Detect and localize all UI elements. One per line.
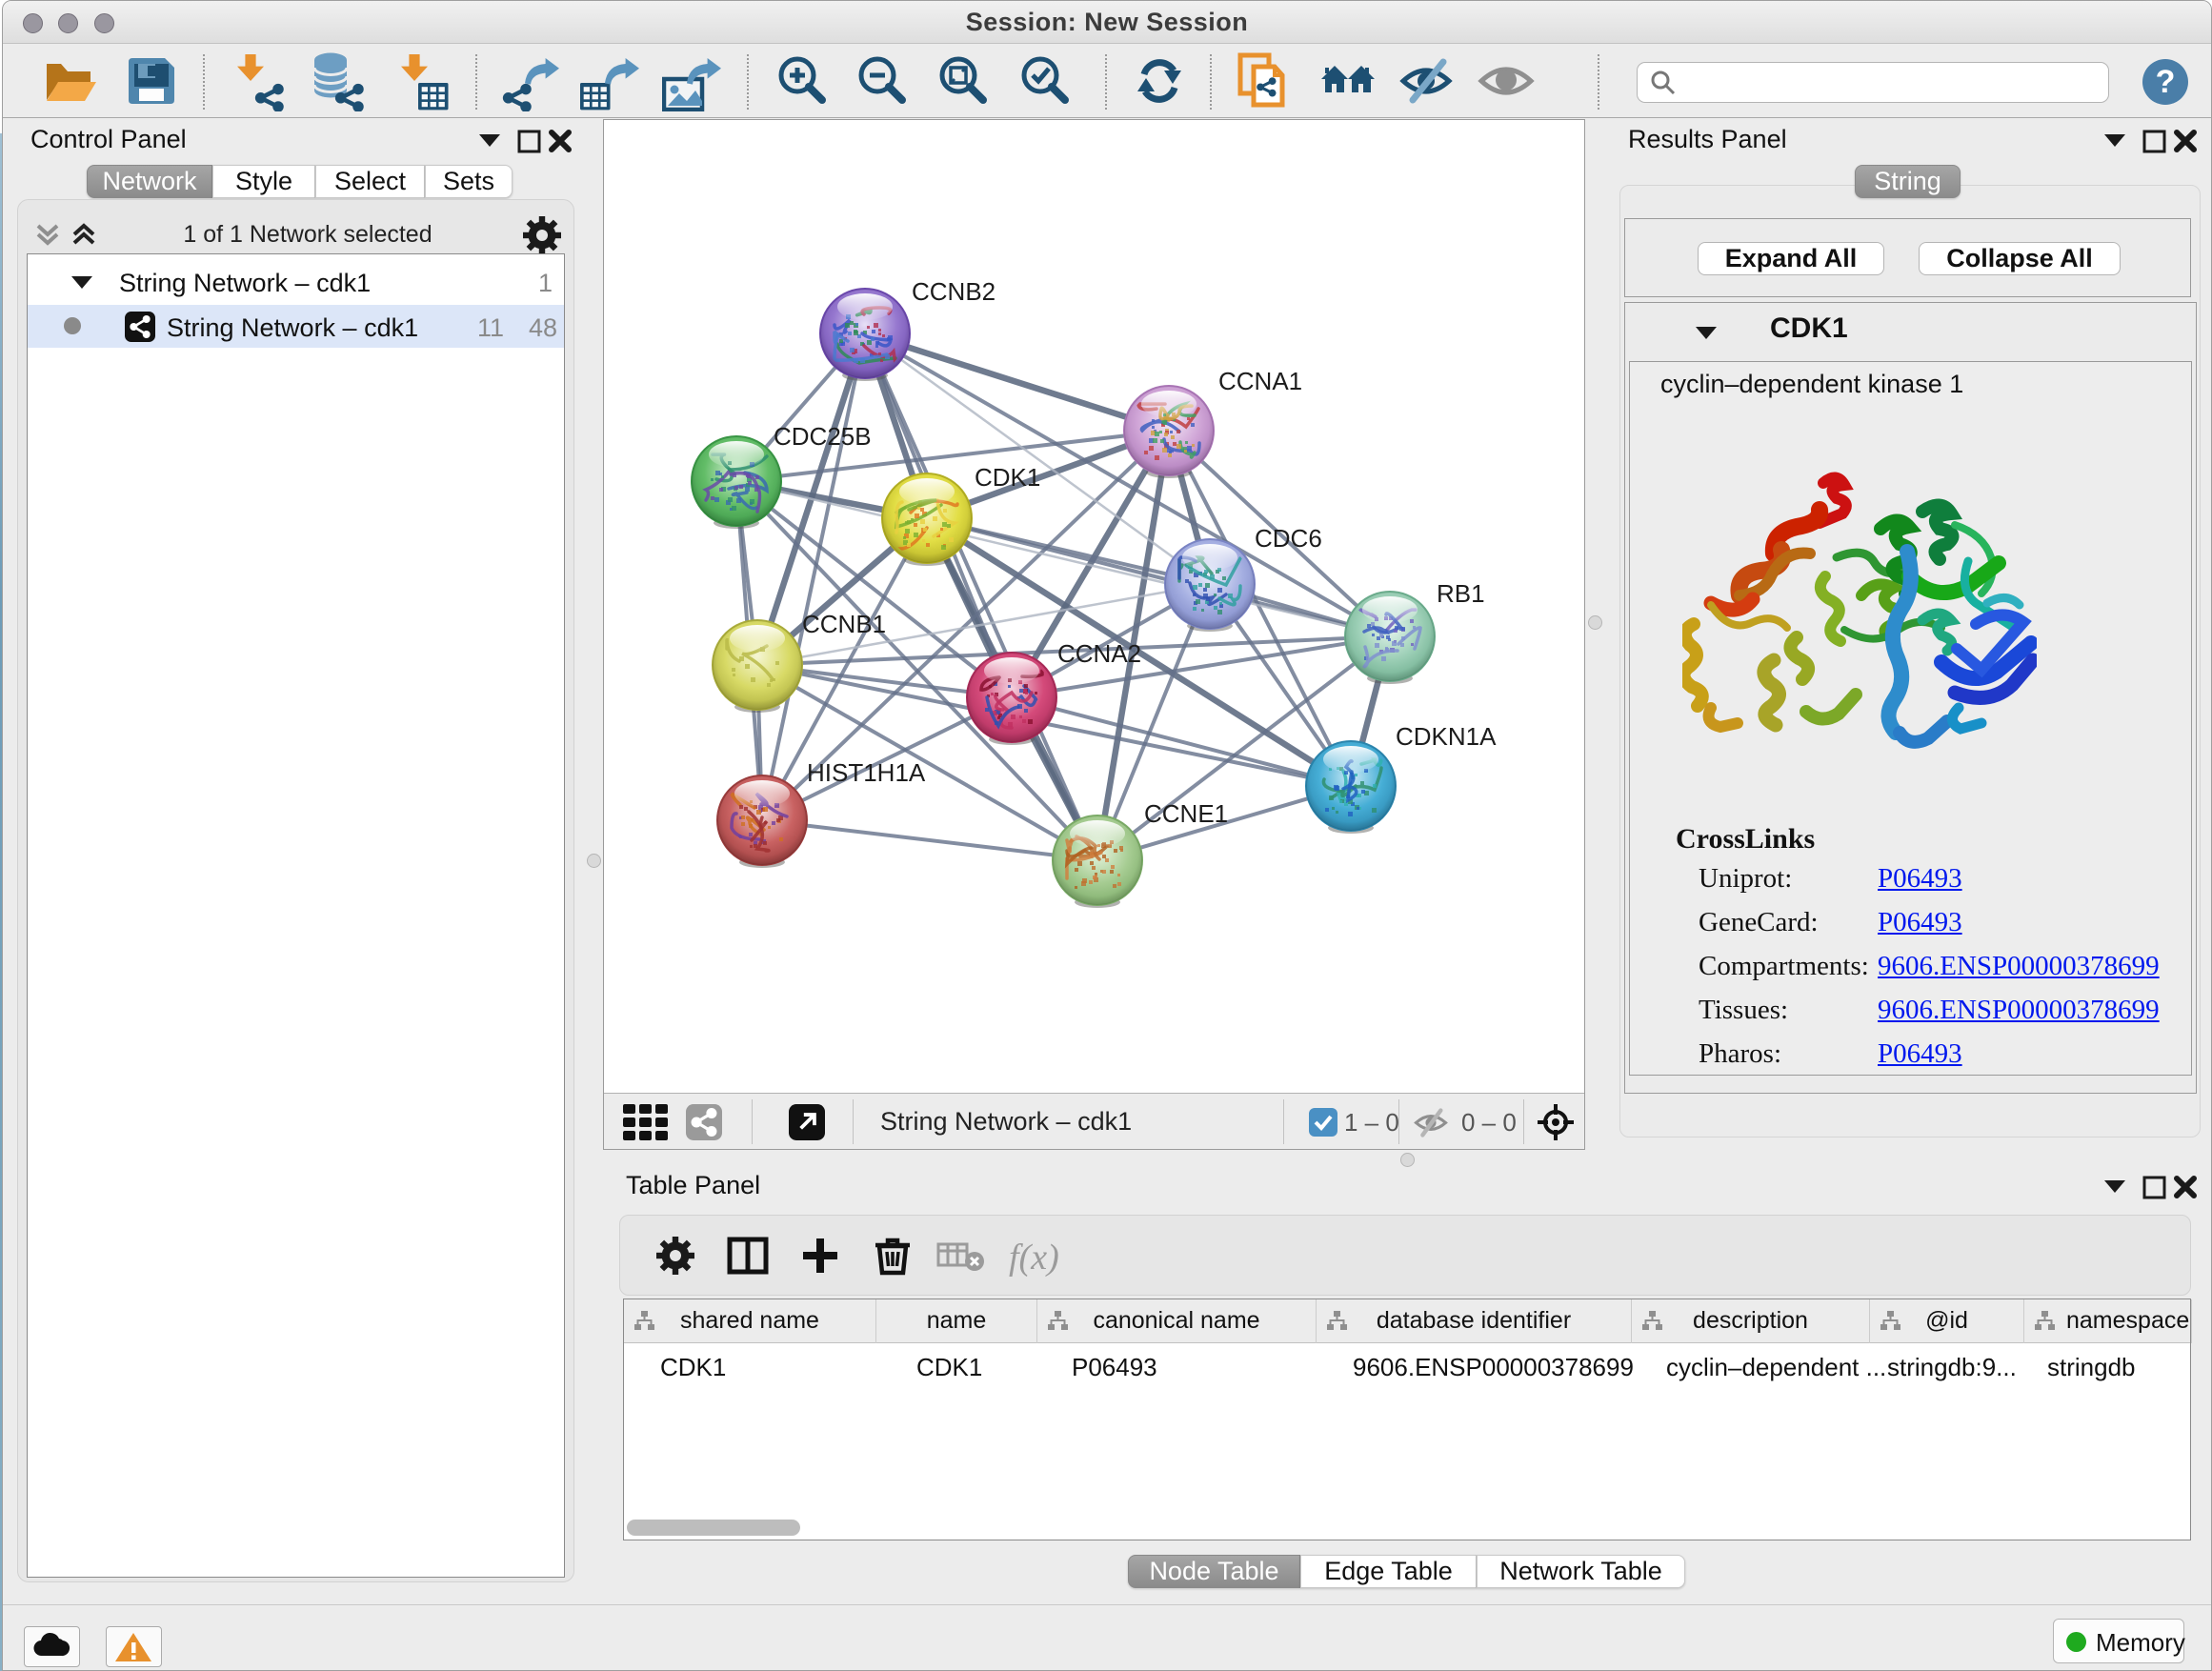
svg-text:RB1: RB1 xyxy=(1437,579,1485,608)
svg-text:CCNA2: CCNA2 xyxy=(1057,639,1141,668)
svg-text:CDC6: CDC6 xyxy=(1255,524,1322,553)
svg-text:CCNA1: CCNA1 xyxy=(1218,367,1302,395)
svg-text:CCNB1: CCNB1 xyxy=(802,610,886,638)
svg-text:CDK1: CDK1 xyxy=(975,463,1040,492)
svg-text:CCNB2: CCNB2 xyxy=(912,277,995,306)
svg-text:HIST1H1A: HIST1H1A xyxy=(807,758,926,787)
svg-text:?: ? xyxy=(2156,64,2176,100)
svg-text:CCNE1: CCNE1 xyxy=(1144,799,1228,828)
svg-text:CDKN1A: CDKN1A xyxy=(1396,722,1497,751)
svg-text:CDC25B: CDC25B xyxy=(774,422,872,451)
